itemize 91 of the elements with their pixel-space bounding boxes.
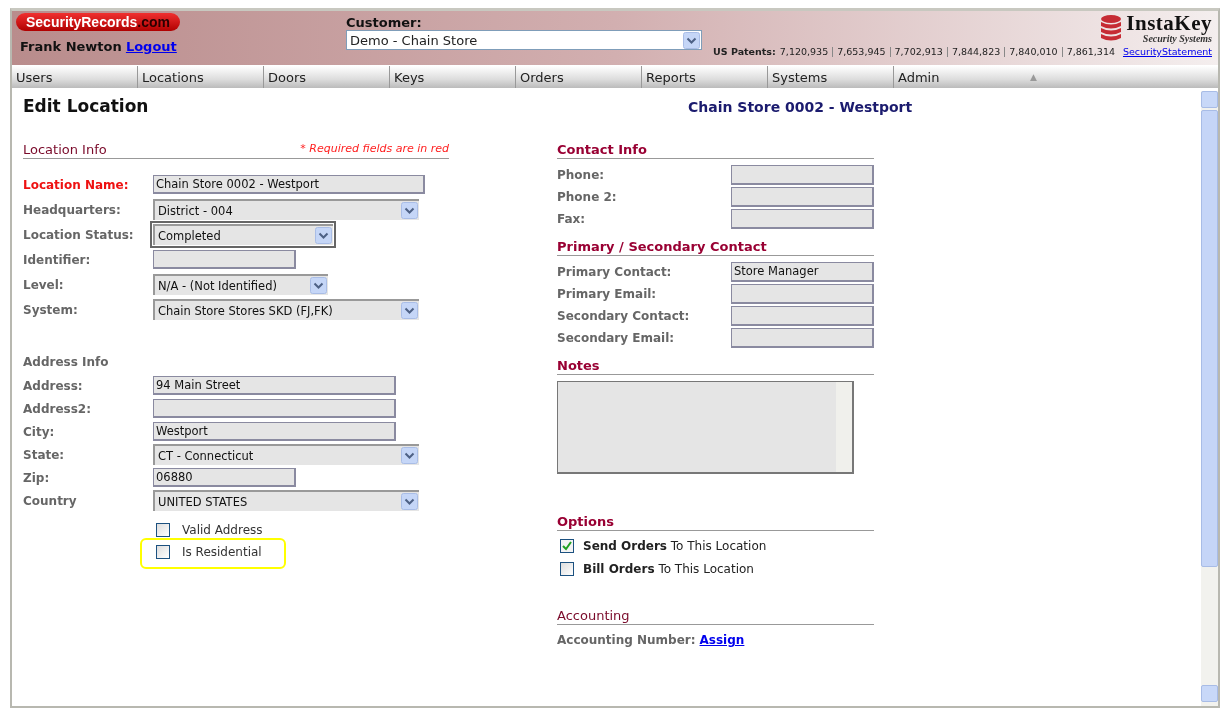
user-name: Frank Newton: [20, 39, 122, 54]
field-label: City:: [23, 424, 56, 439]
input-field[interactable]: 94 Main Street: [153, 376, 396, 395]
notes-textarea[interactable]: [557, 381, 854, 474]
input-field[interactable]: Store Manager: [731, 262, 874, 282]
field-label: Location Status:: [23, 227, 135, 242]
select-field[interactable]: UNITED STATES: [153, 490, 419, 511]
brand-logo: SecurityRecords.com: [16, 13, 180, 31]
assign-link[interactable]: Assign: [699, 633, 745, 647]
section-heading: Notes: [557, 358, 600, 373]
input-field[interactable]: [153, 250, 296, 269]
field-label: Primary Email:: [557, 287, 658, 301]
input-field[interactable]: [731, 306, 874, 326]
menu-tab[interactable]: Admin: [894, 66, 1030, 88]
patent-number: 7,861,314: [1066, 46, 1115, 57]
scrollbar[interactable]: [836, 382, 852, 472]
customer-label: Customer:: [346, 15, 423, 30]
checkbox[interactable]: [156, 545, 170, 559]
page-title: Edit Location: [23, 96, 150, 116]
company-tagline: Security Systems: [1142, 34, 1212, 44]
dropdown-icon: [401, 493, 418, 510]
input-field[interactable]: [731, 328, 874, 348]
field-label: Accounting Number:: [557, 633, 696, 647]
field-label: Address:: [23, 378, 84, 393]
dropdown-icon: [315, 227, 332, 244]
menu-tab[interactable]: Users: [12, 66, 138, 88]
required-note: * Required fields are in red: [300, 142, 449, 157]
patent-number: 7,653,945: [837, 46, 886, 57]
select-field[interactable]: Chain Store Stores SKD (FJ,FK): [153, 299, 419, 320]
input-field[interactable]: [153, 399, 396, 418]
field-label: Country: [23, 493, 78, 508]
dropdown-icon: [401, 447, 418, 464]
input-field[interactable]: 06880: [153, 468, 296, 487]
dropdown-icon: [310, 277, 327, 294]
checkbox-label: Valid Address: [182, 523, 263, 537]
patents-label: US Patents:: [713, 46, 776, 57]
security-statement-link[interactable]: SecurityStatement: [1123, 46, 1212, 57]
patent-number: 7,702,913: [894, 46, 943, 57]
scrollbar[interactable]: [1201, 91, 1218, 706]
section-heading: Address Info: [23, 355, 110, 369]
field-label: Secondary Contact:: [557, 309, 691, 323]
section-heading: Contact Info: [557, 142, 647, 157]
company-logo-text: InstaKey: [1126, 13, 1212, 34]
menu-tab[interactable]: Systems: [768, 66, 894, 88]
input-field[interactable]: [731, 165, 874, 185]
menu-tab[interactable]: Orders: [516, 66, 642, 88]
checkbox-label: Send Orders To This Location: [583, 539, 767, 553]
dropdown-icon: [683, 31, 700, 49]
field-label: Phone:: [557, 168, 606, 182]
menu-tab[interactable]: Keys: [390, 66, 516, 88]
field-label: Location Name:: [23, 177, 130, 192]
customer-select[interactable]: Demo - Chain Store: [346, 30, 702, 50]
logout-link[interactable]: Logout: [125, 39, 177, 54]
patent-number: 7,844,823: [951, 46, 1001, 57]
checkbox-label: Bill Orders To This Location: [583, 562, 754, 576]
select-field[interactable]: N/A - (Not Identified): [153, 274, 328, 295]
select-field[interactable]: CT - Connecticut: [153, 444, 419, 465]
field-label: System:: [23, 302, 79, 317]
field-label: Fax:: [557, 212, 587, 226]
dropdown-icon: [401, 302, 418, 319]
location-title: Chain Store 0002 - Westport: [688, 99, 913, 115]
checkbox[interactable]: [560, 562, 574, 576]
field-label: Headquarters:: [23, 202, 122, 217]
input-field[interactable]: [731, 187, 874, 207]
input-field[interactable]: [731, 284, 874, 304]
field-label: Address2:: [23, 401, 92, 416]
menu-tab[interactable]: Reports: [642, 66, 768, 88]
section-heading: Options: [557, 514, 614, 529]
checkbox-label: Is Residential: [182, 545, 262, 559]
section-heading: Location Info: [23, 142, 107, 157]
section-heading: Accounting: [557, 608, 630, 623]
section-heading: Primary / Secondary Contact: [557, 239, 767, 254]
menu-tab[interactable]: Doors: [264, 66, 390, 88]
input-field[interactable]: [731, 209, 874, 229]
input-field[interactable]: Westport: [153, 422, 396, 441]
checkbox[interactable]: [560, 539, 574, 553]
field-label: State:: [23, 447, 66, 462]
select-field[interactable]: Completed: [153, 224, 333, 245]
input-field[interactable]: Chain Store 0002 - Westport: [153, 175, 425, 194]
patent-number: 7,840,010: [1009, 46, 1058, 57]
field-label: Primary Contact:: [557, 265, 673, 279]
select-field[interactable]: District - 004: [153, 199, 419, 220]
field-label: Phone 2:: [557, 190, 618, 204]
field-label: Zip:: [23, 470, 51, 485]
menu-tab[interactable]: Locations: [138, 66, 264, 88]
field-label: Identifier:: [23, 252, 92, 267]
field-label: Secondary Email:: [557, 331, 676, 345]
field-label: Level:: [23, 277, 65, 292]
checkbox[interactable]: [156, 523, 170, 537]
patent-number: 7,120,935: [779, 46, 829, 57]
dropdown-icon: [401, 202, 418, 219]
